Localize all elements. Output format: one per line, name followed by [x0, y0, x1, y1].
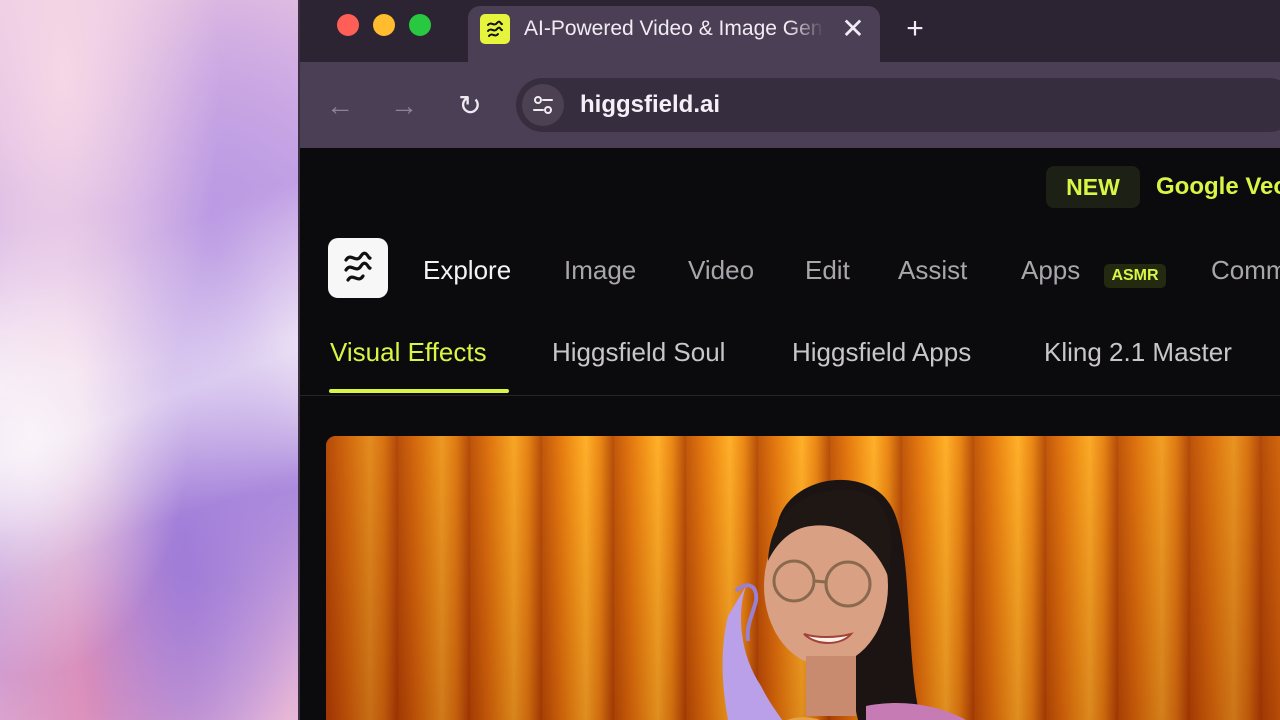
hero-image[interactable] — [326, 436, 1280, 720]
nav-item-apps[interactable]: Apps — [1021, 248, 1080, 292]
asmr-badge: ASMR — [1104, 264, 1166, 288]
browser-toolbar: ← → ↻ higgsfield.ai — [300, 62, 1280, 148]
address-bar[interactable]: higgsfield.ai — [516, 78, 1280, 132]
browser-tab-active[interactable]: AI-Powered Video & Image Generator ✕ — [468, 6, 880, 62]
web-page: NEW Google Veo Explore Image Video Edit … — [300, 148, 1280, 720]
sub-nav: Visual Effects Higgsfield Soul Higgsfiel… — [300, 330, 1280, 396]
nav-item-image[interactable]: Image — [564, 248, 636, 292]
nav-item-assist[interactable]: Assist — [898, 248, 967, 292]
subnav-visual-effects[interactable]: Visual Effects — [330, 330, 487, 374]
woman-portrait — [722, 479, 966, 720]
tab-title: AI-Powered Video & Image Generator — [524, 17, 824, 40]
nav-divider — [300, 395, 1280, 396]
desktop-wallpaper — [0, 0, 310, 720]
subnav-kling-master[interactable]: Kling 2.1 Master — [1044, 330, 1232, 374]
nav-item-community[interactable]: Comm — [1211, 248, 1280, 292]
browser-window: AI-Powered Video & Image Generator ✕ + ←… — [298, 0, 1280, 720]
subnav-higgsfield-soul[interactable]: Higgsfield Soul — [552, 330, 725, 374]
forward-arrow-icon[interactable]: → — [386, 88, 422, 124]
nav-item-explore[interactable]: Explore — [423, 248, 511, 292]
promo-text[interactable]: Google Veo — [1156, 166, 1280, 208]
reload-icon[interactable]: ↻ — [452, 88, 488, 124]
active-tab-indicator — [329, 389, 509, 393]
nav-item-edit[interactable]: Edit — [805, 248, 850, 292]
subnav-higgsfield-apps[interactable]: Higgsfield Apps — [792, 330, 971, 374]
promo-banner[interactable]: NEW Google Veo — [1046, 166, 1280, 208]
close-window-button[interactable] — [337, 14, 359, 36]
back-arrow-icon[interactable]: ← — [322, 88, 358, 124]
zoom-window-button[interactable] — [409, 14, 431, 36]
url-text[interactable]: higgsfield.ai — [580, 88, 720, 122]
new-tab-button[interactable]: + — [900, 14, 930, 44]
new-badge: NEW — [1046, 166, 1140, 208]
tune-icon[interactable] — [522, 84, 564, 126]
close-tab-icon[interactable]: ✕ — [838, 14, 868, 44]
tab-strip: AI-Powered Video & Image Generator ✕ + — [300, 0, 1280, 62]
nav-item-video[interactable]: Video — [688, 248, 754, 292]
minimize-window-button[interactable] — [373, 14, 395, 36]
higgsfield-logo-icon — [480, 14, 510, 44]
